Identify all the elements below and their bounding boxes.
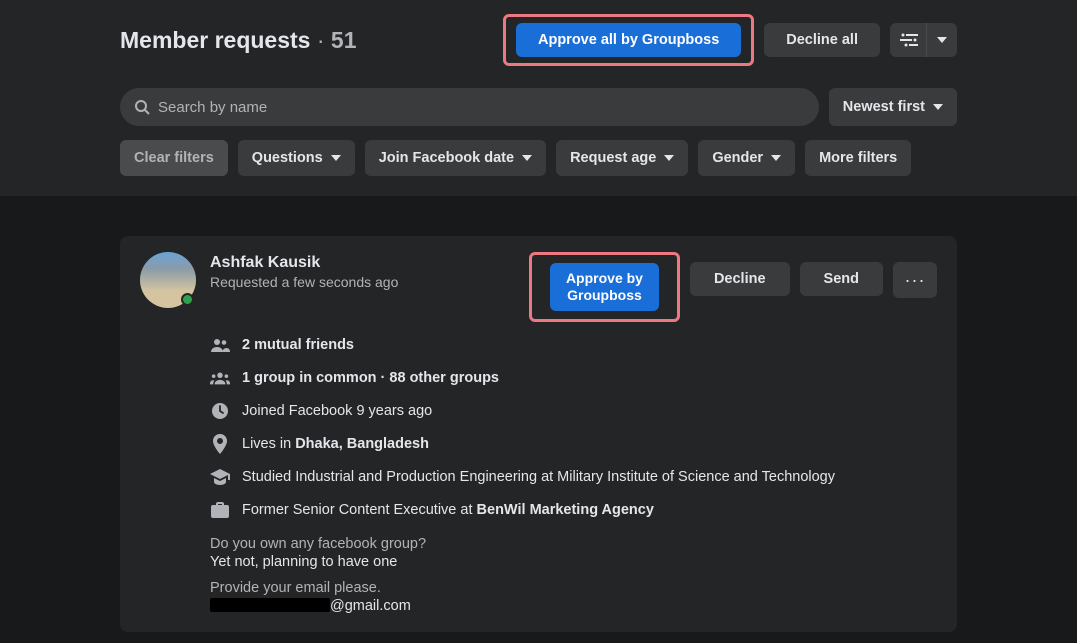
filter-join-date[interactable]: Join Facebook date — [365, 140, 546, 176]
online-indicator — [181, 293, 194, 306]
info-joined: Joined Facebook 9 years ago — [210, 401, 937, 421]
redacted-text — [210, 598, 330, 612]
clear-filters-button[interactable]: Clear filters — [120, 140, 228, 176]
location-icon — [210, 434, 230, 454]
filter-gender[interactable]: Gender — [698, 140, 795, 176]
decline-button[interactable]: Decline — [690, 262, 790, 296]
clock-icon — [210, 401, 230, 421]
send-button[interactable]: Send — [800, 262, 883, 296]
question-1: Do you own any facebook group? — [210, 536, 937, 552]
filter-request-age[interactable]: Request age — [556, 140, 688, 176]
info-education: Studied Industrial and Production Engine… — [210, 467, 937, 487]
approve-highlight: Approve by Groupboss — [529, 252, 680, 322]
question-2: Provide your email please. — [210, 580, 937, 596]
caret-down-icon — [771, 155, 781, 161]
avatar-wrap[interactable] — [140, 252, 196, 308]
settings-dropdown[interactable] — [890, 23, 957, 57]
filter-more[interactable]: More filters — [805, 140, 911, 176]
filter-questions[interactable]: Questions — [238, 140, 355, 176]
search-input[interactable] — [158, 99, 805, 116]
approve-all-button[interactable]: Approve all by Groupboss — [516, 23, 741, 57]
requested-time: Requested a few seconds ago — [210, 274, 398, 290]
settings-caret[interactable] — [927, 23, 957, 57]
caret-down-icon — [933, 104, 943, 110]
caret-down-icon — [664, 155, 674, 161]
info-location: Lives in Dhaka, Bangladesh — [210, 434, 937, 454]
briefcase-icon — [210, 500, 230, 520]
info-mutual-friends: 2 mutual friends — [210, 335, 937, 355]
info-work: Former Senior Content Executive at BenWi… — [210, 500, 937, 520]
decline-all-button[interactable]: Decline all — [764, 23, 880, 57]
member-request-card: Ashfak Kausik Requested a few seconds ag… — [120, 236, 957, 632]
search-icon — [134, 99, 150, 115]
education-icon — [210, 467, 230, 487]
member-name[interactable]: Ashfak Kausik — [210, 254, 398, 272]
title-text: Member requests — [120, 27, 310, 53]
search-box[interactable] — [120, 88, 819, 126]
page-title: Member requests · 51 — [120, 27, 357, 54]
info-groups: 1 group in common · 88 other groups — [210, 368, 937, 388]
answer-2: @gmail.com — [210, 598, 937, 614]
sort-button[interactable]: Newest first — [829, 88, 957, 126]
groups-icon — [210, 368, 230, 388]
sort-label: Newest first — [843, 99, 925, 115]
request-count: 51 — [331, 27, 357, 53]
caret-down-icon — [331, 155, 341, 161]
settings-icon[interactable] — [890, 23, 927, 57]
caret-down-icon — [522, 155, 532, 161]
more-options-button[interactable]: ··· — [893, 262, 937, 298]
approve-button[interactable]: Approve by Groupboss — [550, 263, 659, 311]
approve-all-highlight: Approve all by Groupboss — [503, 14, 754, 66]
title-separator: · — [317, 27, 325, 53]
friends-icon — [210, 335, 230, 355]
answer-1: Yet not, planning to have one — [210, 554, 937, 570]
